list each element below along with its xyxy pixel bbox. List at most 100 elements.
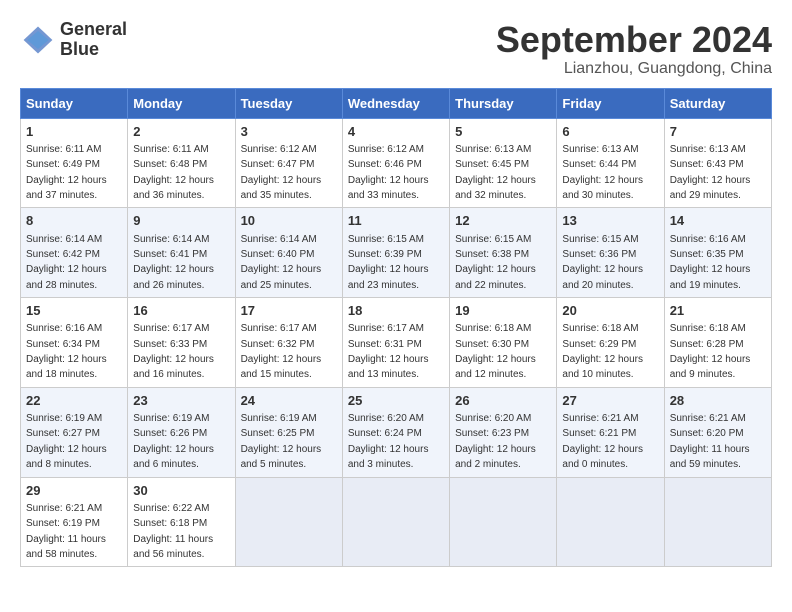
page-header: General Blue September 2024 Lianzhou, Gu… bbox=[20, 20, 772, 78]
table-row: 21 Sunrise: 6:18 AMSunset: 6:28 PMDaylig… bbox=[664, 298, 771, 388]
table-row bbox=[557, 477, 664, 567]
col-wednesday: Wednesday bbox=[342, 88, 449, 118]
day-info: Sunrise: 6:18 AMSunset: 6:28 PMDaylight:… bbox=[670, 323, 751, 380]
day-number: 26 bbox=[455, 392, 551, 410]
table-row: 26 Sunrise: 6:20 AMSunset: 6:23 PMDaylig… bbox=[450, 387, 557, 477]
day-info: Sunrise: 6:21 AMSunset: 6:19 PMDaylight:… bbox=[26, 503, 106, 560]
day-info: Sunrise: 6:17 AMSunset: 6:33 PMDaylight:… bbox=[133, 323, 214, 380]
table-row: 30 Sunrise: 6:22 AMSunset: 6:18 PMDaylig… bbox=[128, 477, 235, 567]
day-number: 30 bbox=[133, 482, 229, 500]
day-info: Sunrise: 6:15 AMSunset: 6:38 PMDaylight:… bbox=[455, 234, 536, 291]
table-row: 16 Sunrise: 6:17 AMSunset: 6:33 PMDaylig… bbox=[128, 298, 235, 388]
table-row: 5 Sunrise: 6:13 AMSunset: 6:45 PMDayligh… bbox=[450, 118, 557, 208]
day-info: Sunrise: 6:14 AMSunset: 6:41 PMDaylight:… bbox=[133, 234, 214, 291]
day-info: Sunrise: 6:20 AMSunset: 6:23 PMDaylight:… bbox=[455, 413, 536, 470]
day-info: Sunrise: 6:14 AMSunset: 6:40 PMDaylight:… bbox=[241, 234, 322, 291]
table-row: 10 Sunrise: 6:14 AMSunset: 6:40 PMDaylig… bbox=[235, 208, 342, 298]
calendar-header-row: Sunday Monday Tuesday Wednesday Thursday… bbox=[21, 88, 772, 118]
day-info: Sunrise: 6:11 AMSunset: 6:49 PMDaylight:… bbox=[26, 144, 107, 201]
day-number: 2 bbox=[133, 123, 229, 141]
day-info: Sunrise: 6:12 AMSunset: 6:46 PMDaylight:… bbox=[348, 144, 429, 201]
day-info: Sunrise: 6:11 AMSunset: 6:48 PMDaylight:… bbox=[133, 144, 214, 201]
table-row: 19 Sunrise: 6:18 AMSunset: 6:30 PMDaylig… bbox=[450, 298, 557, 388]
table-row bbox=[664, 477, 771, 567]
table-row bbox=[450, 477, 557, 567]
table-row: 23 Sunrise: 6:19 AMSunset: 6:26 PMDaylig… bbox=[128, 387, 235, 477]
table-row: 27 Sunrise: 6:21 AMSunset: 6:21 PMDaylig… bbox=[557, 387, 664, 477]
day-number: 9 bbox=[133, 212, 229, 230]
table-row: 3 Sunrise: 6:12 AMSunset: 6:47 PMDayligh… bbox=[235, 118, 342, 208]
table-row: 1 Sunrise: 6:11 AMSunset: 6:49 PMDayligh… bbox=[21, 118, 128, 208]
day-info: Sunrise: 6:16 AMSunset: 6:34 PMDaylight:… bbox=[26, 323, 107, 380]
col-thursday: Thursday bbox=[450, 88, 557, 118]
logo-text: General Blue bbox=[60, 20, 127, 60]
logo: General Blue bbox=[20, 20, 127, 60]
day-number: 18 bbox=[348, 302, 444, 320]
day-number: 16 bbox=[133, 302, 229, 320]
title-area: September 2024 Lianzhou, Guangdong, Chin… bbox=[496, 20, 772, 78]
table-row: 17 Sunrise: 6:17 AMSunset: 6:32 PMDaylig… bbox=[235, 298, 342, 388]
day-number: 21 bbox=[670, 302, 766, 320]
col-monday: Monday bbox=[128, 88, 235, 118]
table-row: 6 Sunrise: 6:13 AMSunset: 6:44 PMDayligh… bbox=[557, 118, 664, 208]
table-row: 20 Sunrise: 6:18 AMSunset: 6:29 PMDaylig… bbox=[557, 298, 664, 388]
table-row: 14 Sunrise: 6:16 AMSunset: 6:35 PMDaylig… bbox=[664, 208, 771, 298]
day-number: 12 bbox=[455, 212, 551, 230]
table-row: 4 Sunrise: 6:12 AMSunset: 6:46 PMDayligh… bbox=[342, 118, 449, 208]
day-info: Sunrise: 6:18 AMSunset: 6:29 PMDaylight:… bbox=[562, 323, 643, 380]
day-number: 24 bbox=[241, 392, 337, 410]
day-info: Sunrise: 6:12 AMSunset: 6:47 PMDaylight:… bbox=[241, 144, 322, 201]
table-row bbox=[235, 477, 342, 567]
calendar-week-row-3: 15 Sunrise: 6:16 AMSunset: 6:34 PMDaylig… bbox=[21, 298, 772, 388]
day-number: 1 bbox=[26, 123, 122, 141]
day-number: 25 bbox=[348, 392, 444, 410]
month-title: September 2024 bbox=[496, 20, 772, 60]
day-number: 5 bbox=[455, 123, 551, 141]
day-info: Sunrise: 6:19 AMSunset: 6:25 PMDaylight:… bbox=[241, 413, 322, 470]
day-number: 22 bbox=[26, 392, 122, 410]
col-tuesday: Tuesday bbox=[235, 88, 342, 118]
day-info: Sunrise: 6:18 AMSunset: 6:30 PMDaylight:… bbox=[455, 323, 536, 380]
day-info: Sunrise: 6:15 AMSunset: 6:36 PMDaylight:… bbox=[562, 234, 643, 291]
table-row: 29 Sunrise: 6:21 AMSunset: 6:19 PMDaylig… bbox=[21, 477, 128, 567]
day-info: Sunrise: 6:16 AMSunset: 6:35 PMDaylight:… bbox=[670, 234, 751, 291]
table-row: 25 Sunrise: 6:20 AMSunset: 6:24 PMDaylig… bbox=[342, 387, 449, 477]
table-row: 2 Sunrise: 6:11 AMSunset: 6:48 PMDayligh… bbox=[128, 118, 235, 208]
table-row: 18 Sunrise: 6:17 AMSunset: 6:31 PMDaylig… bbox=[342, 298, 449, 388]
day-number: 6 bbox=[562, 123, 658, 141]
table-row: 15 Sunrise: 6:16 AMSunset: 6:34 PMDaylig… bbox=[21, 298, 128, 388]
day-number: 10 bbox=[241, 212, 337, 230]
day-info: Sunrise: 6:17 AMSunset: 6:31 PMDaylight:… bbox=[348, 323, 429, 380]
day-number: 28 bbox=[670, 392, 766, 410]
table-row: 22 Sunrise: 6:19 AMSunset: 6:27 PMDaylig… bbox=[21, 387, 128, 477]
calendar-table: Sunday Monday Tuesday Wednesday Thursday… bbox=[20, 88, 772, 568]
table-row: 24 Sunrise: 6:19 AMSunset: 6:25 PMDaylig… bbox=[235, 387, 342, 477]
day-info: Sunrise: 6:15 AMSunset: 6:39 PMDaylight:… bbox=[348, 234, 429, 291]
day-number: 29 bbox=[26, 482, 122, 500]
table-row: 12 Sunrise: 6:15 AMSunset: 6:38 PMDaylig… bbox=[450, 208, 557, 298]
day-number: 17 bbox=[241, 302, 337, 320]
day-info: Sunrise: 6:13 AMSunset: 6:45 PMDaylight:… bbox=[455, 144, 536, 201]
calendar-week-row-5: 29 Sunrise: 6:21 AMSunset: 6:19 PMDaylig… bbox=[21, 477, 772, 567]
day-number: 4 bbox=[348, 123, 444, 141]
table-row: 8 Sunrise: 6:14 AMSunset: 6:42 PMDayligh… bbox=[21, 208, 128, 298]
col-friday: Friday bbox=[557, 88, 664, 118]
day-number: 3 bbox=[241, 123, 337, 141]
table-row: 13 Sunrise: 6:15 AMSunset: 6:36 PMDaylig… bbox=[557, 208, 664, 298]
table-row: 28 Sunrise: 6:21 AMSunset: 6:20 PMDaylig… bbox=[664, 387, 771, 477]
col-saturday: Saturday bbox=[664, 88, 771, 118]
day-info: Sunrise: 6:13 AMSunset: 6:43 PMDaylight:… bbox=[670, 144, 751, 201]
day-info: Sunrise: 6:22 AMSunset: 6:18 PMDaylight:… bbox=[133, 503, 213, 560]
day-number: 27 bbox=[562, 392, 658, 410]
table-row: 7 Sunrise: 6:13 AMSunset: 6:43 PMDayligh… bbox=[664, 118, 771, 208]
day-number: 11 bbox=[348, 212, 444, 230]
logo-icon bbox=[20, 22, 56, 58]
table-row bbox=[342, 477, 449, 567]
day-number: 8 bbox=[26, 212, 122, 230]
day-info: Sunrise: 6:21 AMSunset: 6:21 PMDaylight:… bbox=[562, 413, 643, 470]
day-info: Sunrise: 6:17 AMSunset: 6:32 PMDaylight:… bbox=[241, 323, 322, 380]
day-number: 7 bbox=[670, 123, 766, 141]
day-info: Sunrise: 6:21 AMSunset: 6:20 PMDaylight:… bbox=[670, 413, 750, 470]
day-info: Sunrise: 6:20 AMSunset: 6:24 PMDaylight:… bbox=[348, 413, 429, 470]
calendar-week-row-2: 8 Sunrise: 6:14 AMSunset: 6:42 PMDayligh… bbox=[21, 208, 772, 298]
